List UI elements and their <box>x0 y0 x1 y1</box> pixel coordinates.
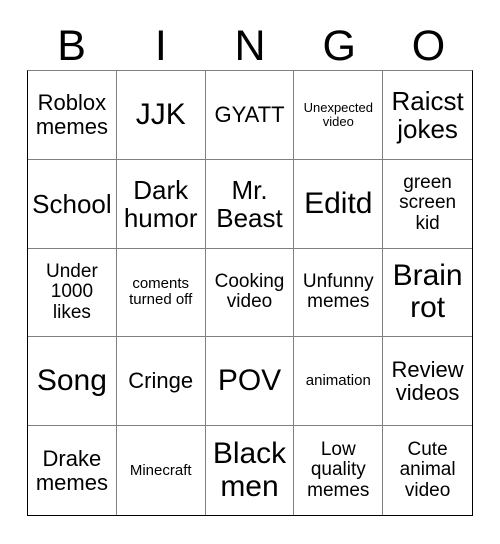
bingo-cell-label: JJK <box>135 97 186 131</box>
bingo-cell[interactable]: Review videos <box>383 337 472 427</box>
bingo-cell[interactable]: Drake memes <box>28 426 117 515</box>
bingo-cell-label: Minecraft <box>129 461 192 479</box>
bingo-cell-label: Low quality memes <box>307 438 370 501</box>
bingo-cell-label: Roblox memes <box>35 90 108 139</box>
bingo-cell[interactable]: Brain rot <box>383 248 472 338</box>
bingo-cell-label: Under 1000 likes <box>46 260 98 323</box>
bingo-cell[interactable]: JJK <box>116 71 206 160</box>
header-letter-g: G <box>322 22 356 70</box>
bingo-cell-label: Cute animal video <box>399 438 456 501</box>
bingo-cell-label: Editd <box>304 186 373 220</box>
bingo-cell[interactable]: green screen kid <box>383 159 472 249</box>
bingo-cell-label: Brain rot <box>392 259 463 325</box>
bingo-cell[interactable]: POV <box>205 337 295 427</box>
bingo-cell[interactable]: Minecraft <box>116 426 206 515</box>
header-letter-i: I <box>154 22 167 70</box>
bingo-cell-label: Song <box>36 364 107 398</box>
bingo-cell-label: Cooking video <box>214 270 285 313</box>
bingo-cell[interactable]: Under 1000 likes <box>28 248 117 338</box>
bingo-cell[interactable]: Mr. Beast <box>205 159 295 249</box>
bingo-cell-label: School <box>32 188 112 219</box>
bingo-cell[interactable]: Roblox memes <box>28 71 117 160</box>
header-letter-b: B <box>57 22 86 70</box>
bingo-cell-label: Cringe <box>128 368 194 394</box>
bingo-cell-label: Raicst jokes <box>391 85 464 144</box>
bingo-header-row: B I N G O <box>27 16 473 70</box>
bingo-cell-label: Unexpected video <box>303 99 373 129</box>
bingo-cell[interactable]: coments turned off <box>116 248 206 338</box>
bingo-cell-label: Black men <box>212 437 287 503</box>
bingo-cell[interactable]: Unfunny memes <box>294 248 384 338</box>
bingo-cell[interactable]: Editd <box>294 159 384 249</box>
bingo-cell[interactable]: Black men <box>205 426 295 515</box>
bingo-cell[interactable]: School <box>28 159 117 249</box>
bingo-cell-label: Unfunny memes <box>302 270 374 313</box>
header-letter-n: N <box>234 22 266 70</box>
bingo-cell[interactable]: Song <box>28 337 117 427</box>
bingo-cell[interactable]: Unexpected video <box>294 71 384 160</box>
bingo-cell[interactable]: Cringe <box>116 337 206 427</box>
bingo-cell-label: coments turned off <box>129 275 193 309</box>
bingo-cell[interactable]: Raicst jokes <box>383 71 472 160</box>
bingo-cell-label: Dark humor <box>123 174 198 233</box>
bingo-cell-label: Mr. Beast <box>216 174 283 233</box>
bingo-cell-label: GYATT <box>214 102 285 128</box>
bingo-cell[interactable]: GYATT <box>205 71 295 160</box>
header-letter-o: O <box>411 22 446 70</box>
bingo-cell-label: animation <box>305 372 371 390</box>
bingo-cell[interactable]: Dark humor <box>116 159 206 249</box>
bingo-cell[interactable]: Low quality memes <box>294 426 384 515</box>
bingo-cell[interactable]: Cooking video <box>205 248 295 338</box>
bingo-cell[interactable]: Cute animal video <box>383 426 472 515</box>
bingo-cell-label: Review videos <box>391 356 464 406</box>
bingo-cell-label: Drake memes <box>35 445 108 495</box>
bingo-grid: Roblox memes JJK GYATT Unexpected video … <box>27 70 473 516</box>
bingo-cell[interactable]: animation <box>294 337 384 427</box>
bingo-card: B I N G O Roblox memes JJK GYATT Unexpec… <box>0 0 500 544</box>
bingo-cell-label: POV <box>217 364 282 398</box>
bingo-cell-label: green screen kid <box>399 171 457 234</box>
